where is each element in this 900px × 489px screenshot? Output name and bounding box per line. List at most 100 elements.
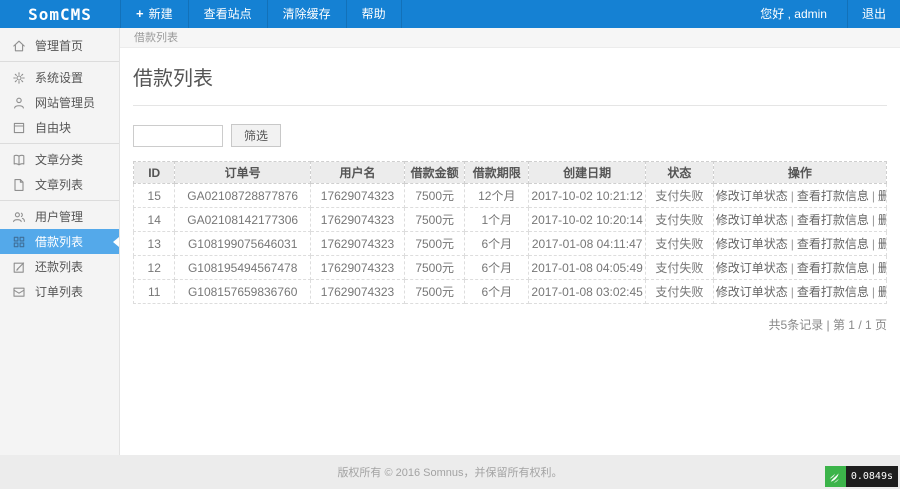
footer: 版权所有 © 2016 Somnus，并保留所有权利。 [0,455,900,489]
sidebar-group-2: 系统设置网站管理员自由块 [0,62,119,144]
column-header: 用户名 [310,162,404,184]
sidebar-item-label: 借款列表 [35,233,83,250]
thinkphp-logo-icon [825,466,846,487]
sidebar-item[interactable]: 借款列表 [0,229,119,254]
content: 借款列表 筛选 ID订单号用户名借款金额借款期限创建日期状态操作 15GA021… [120,48,900,333]
menu-item-label: 清除缓存 [283,7,331,21]
table-header-row: ID订单号用户名借款金额借款期限创建日期状态操作 [134,162,887,184]
menu-item-label: 查看站点 [204,7,252,21]
cell-status: 支付失败 [646,208,714,232]
cell-term: 6个月 [465,280,529,304]
action-view-payment-info[interactable]: 查看打款信息 [797,189,869,203]
filter-row: 筛选 [133,124,887,147]
page-title: 借款列表 [133,62,887,91]
title-divider [133,105,887,106]
action-separator: | [791,261,794,275]
cell-order_no: G108157659836760 [175,280,311,304]
action-edit-order-status[interactable]: 修改订单状态 [716,261,788,275]
cell-id: 13 [134,232,175,256]
action-edit-order-status[interactable]: 修改订单状态 [716,237,788,251]
action-view-payment-info[interactable]: 查看打款信息 [797,213,869,227]
action-edit-order-status[interactable]: 修改订单状态 [716,213,788,227]
menu-item-2[interactable]: 查看站点 [188,0,267,28]
sidebar: 管理首页系统设置网站管理员自由块文章分类文章列表用户管理借款列表还款列表订单列表 [0,28,120,455]
action-separator: | [791,213,794,227]
sidebar-item[interactable]: 文章列表 [0,172,119,197]
sidebar-item[interactable]: 订单列表 [0,279,119,304]
copyright-text: 版权所有 © 2016 Somnus，并保留所有权利。 [337,464,562,480]
action-separator: | [791,189,794,203]
cell-term: 1个月 [465,208,529,232]
pagination: 共5条记录 | 第 1 / 1 页 [133,316,887,333]
table-row: 11G108157659836760176290743237500元6个月201… [134,280,887,304]
cell-term: 6个月 [465,256,529,280]
cell-id: 12 [134,256,175,280]
cell-created: 2017-01-08 04:05:49 [529,256,646,280]
cell-status: 支付失败 [646,256,714,280]
filter-button[interactable]: 筛选 [231,124,281,147]
filter-input[interactable] [133,125,223,147]
action-delete-order[interactable]: 删除订单 [878,261,886,275]
action-edit-order-status[interactable]: 修改订单状态 [716,189,788,203]
sidebar-item[interactable]: 文章分类 [0,147,119,172]
sidebar-item-label: 网站管理员 [35,94,95,111]
cell-amount: 7500元 [405,232,465,256]
action-separator: | [872,189,875,203]
cell-id: 11 [134,280,175,304]
sidebar-item[interactable]: 网站管理员 [0,90,119,115]
action-delete-order[interactable]: 删除订单 [878,189,886,203]
cell-username: 17629074323 [310,208,404,232]
menu-item-3[interactable]: 清除缓存 [267,0,346,28]
debug-badge[interactable]: 0.0849s [825,466,898,487]
action-separator: | [791,285,794,299]
sidebar-item[interactable]: 管理首页 [0,33,119,58]
action-view-payment-info[interactable]: 查看打款信息 [797,285,869,299]
cell-created: 2017-01-08 03:02:45 [529,280,646,304]
sidebar-item-label: 系统设置 [35,69,83,86]
sidebar-item[interactable]: 自由块 [0,115,119,140]
cell-created: 2017-01-08 04:11:47 [529,232,646,256]
action-delete-order[interactable]: 删除订单 [878,213,886,227]
cell-username: 17629074323 [310,280,404,304]
sidebar-item[interactable]: 用户管理 [0,204,119,229]
action-separator: | [791,237,794,251]
topbar-menu: +新建 查看站点 清除缓存 帮助 [120,0,402,28]
action-separator: | [872,213,875,227]
topbar: SomCMS +新建 查看站点 清除缓存 帮助 您好 , admin 退出 [0,0,900,28]
column-header: 创建日期 [529,162,646,184]
cell-amount: 7500元 [405,184,465,208]
action-edit-order-status[interactable]: 修改订单状态 [716,285,788,299]
action-delete-order[interactable]: 删除订单 [878,285,886,299]
cell-actions: 修改订单状态|查看打款信息|删除订单 [713,256,886,280]
book-icon [12,153,26,167]
users-icon [12,210,26,224]
action-view-payment-info[interactable]: 查看打款信息 [797,237,869,251]
cell-order_no: GA02108728877876 [175,184,311,208]
action-view-payment-info[interactable]: 查看打款信息 [797,261,869,275]
menu-item-4[interactable]: 帮助 [346,0,402,28]
cell-order_no: G108195494567478 [175,256,311,280]
sidebar-item[interactable]: 系统设置 [0,65,119,90]
breadcrumb: 借款列表 [120,28,900,48]
sidebar-item-label: 文章列表 [35,176,83,193]
cell-created: 2017-10-02 10:21:12 [529,184,646,208]
menu-item-1[interactable]: +新建 [120,0,188,28]
sidebar-item[interactable]: 还款列表 [0,254,119,279]
cell-username: 17629074323 [310,184,404,208]
logout-button[interactable]: 退出 [847,0,900,28]
user-icon [12,96,26,110]
topbar-right: 您好 , admin 退出 [740,0,900,28]
column-header: 状态 [646,162,714,184]
app-logo[interactable]: SomCMS [0,0,120,28]
mail-icon [12,285,26,299]
table-row: 15GA02108728877876176290743237500元12个月20… [134,184,887,208]
cell-status: 支付失败 [646,232,714,256]
column-header: 操作 [713,162,886,184]
action-separator: | [872,237,875,251]
sidebar-item-label: 文章分类 [35,151,83,168]
block-icon [12,121,26,135]
render-time: 0.0849s [846,466,898,487]
action-delete-order[interactable]: 删除订单 [878,237,886,251]
cell-amount: 7500元 [405,256,465,280]
cell-order_no: G108199075646031 [175,232,311,256]
